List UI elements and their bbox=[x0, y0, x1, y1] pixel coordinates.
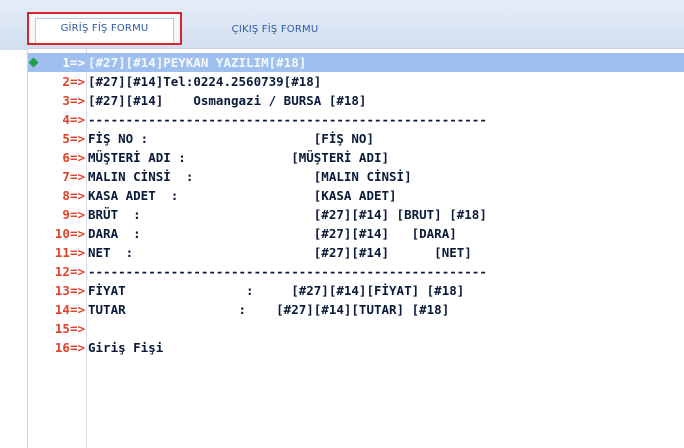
line-number: 6=> bbox=[62, 150, 85, 165]
line-text: DARA : [#27][#14] [DARA] bbox=[88, 226, 457, 241]
line-number: 2=> bbox=[62, 74, 85, 89]
line-text: [#27][#14]Tel:0224.2560739[#18] bbox=[88, 74, 322, 89]
line-number: 10=> bbox=[54, 226, 85, 241]
tab-label: GİRİŞ FİŞ FORMU bbox=[60, 23, 149, 34]
line-number: 3=> bbox=[62, 93, 85, 108]
editor-line[interactable]: 8=> KASA ADET : [KASA ADET] bbox=[28, 186, 684, 205]
line-number: 14=> bbox=[54, 302, 85, 317]
editor-line[interactable]: 14=> TUTAR : [#27][#14][TUTAR] [#18] bbox=[28, 300, 684, 319]
editor-line[interactable]: 16=> Giriş Fişi bbox=[28, 338, 684, 357]
editor-line[interactable]: 13=> FİYAT : [#27][#14][FİYAT] [#18] bbox=[28, 281, 684, 300]
line-text: FİŞ NO : [FİŞ NO] bbox=[88, 131, 374, 146]
editor-line[interactable]: 11=> NET : [#27][#14] [NET] bbox=[28, 243, 684, 262]
line-number: 8=> bbox=[62, 188, 85, 203]
form-template-editor[interactable]: 1=> [#27][#14]PEYKAN YAZILIM[#18] 2=> [#27]… bbox=[27, 48, 684, 448]
line-text: [#27][#14] Osmangazi / BURSA [#18] bbox=[88, 93, 367, 108]
editor-line[interactable]: 7=> MALIN CİNSİ : [MALIN CİNSİ] bbox=[28, 167, 684, 186]
editor-line[interactable]: 1=> [#27][#14]PEYKAN YAZILIM[#18] bbox=[28, 53, 684, 72]
line-number: 5=> bbox=[62, 131, 85, 146]
editor-line[interactable]: 9=> BRÜT : [#27][#14] [BRUT] [#18] bbox=[28, 205, 684, 224]
line-number: 1=> bbox=[62, 55, 85, 70]
editor-line[interactable]: 12=> ------------------------------------… bbox=[28, 262, 684, 281]
editor-line[interactable]: 5=> FİŞ NO : [FİŞ NO] bbox=[28, 129, 684, 148]
line-number: 15=> bbox=[54, 321, 85, 336]
line-text: ----------------------------------------… bbox=[88, 264, 487, 279]
line-text: KASA ADET : [KASA ADET] bbox=[88, 188, 397, 203]
line-number: 16=> bbox=[54, 340, 85, 355]
editor-line[interactable]: 6=> MÜŞTERİ ADI : [MÜŞTERİ ADI] bbox=[28, 148, 684, 167]
line-text: TUTAR : [#27][#14][TUTAR] [#18] bbox=[88, 302, 450, 317]
editor-line[interactable]: 3=> [#27][#14] Osmangazi / BURSA [#18] bbox=[28, 91, 684, 110]
line-text: ----------------------------------------… bbox=[88, 112, 487, 127]
line-text: [#27][#14]PEYKAN YAZILIM[#18] bbox=[88, 55, 307, 70]
line-number: 11=> bbox=[54, 245, 85, 260]
tab-cikis-fis-formu[interactable]: ÇIKIŞ FİŞ FORMU bbox=[200, 14, 350, 44]
tab-bar: GİRİŞ FİŞ FORMU ÇIKIŞ FİŞ FORMU bbox=[0, 0, 684, 50]
editor-line[interactable]: 4=> -------------------------------------… bbox=[28, 110, 684, 129]
tab-label: ÇIKIŞ FİŞ FORMU bbox=[231, 23, 319, 35]
line-text: NET : [#27][#14] [NET] bbox=[88, 245, 472, 260]
editor-line[interactable]: 10=> DARA : [#27][#14] [DARA] bbox=[28, 224, 684, 243]
line-number: 9=> bbox=[62, 207, 85, 222]
line-number: 12=> bbox=[54, 264, 85, 279]
line-text: BRÜT : [#27][#14] [BRUT] [#18] bbox=[88, 207, 487, 222]
editor-line[interactable]: 15=> bbox=[28, 319, 684, 338]
line-text: MÜŞTERİ ADI : [MÜŞTERİ ADI] bbox=[88, 150, 390, 165]
line-text: Giriş Fişi bbox=[88, 340, 164, 355]
line-text: FİYAT : [#27][#14][FİYAT] [#18] bbox=[88, 283, 465, 298]
tab-giris-fis-formu[interactable]: GİRİŞ FİŞ FORMU bbox=[27, 12, 182, 45]
line-text: MALIN CİNSİ : [MALIN CİNSİ] bbox=[88, 169, 412, 184]
editor-line[interactable]: 2=> [#27][#14]Tel:0224.2560739[#18] bbox=[28, 72, 684, 91]
line-number: 4=> bbox=[62, 112, 85, 127]
line-number: 7=> bbox=[62, 169, 85, 184]
line-number: 13=> bbox=[54, 283, 85, 298]
